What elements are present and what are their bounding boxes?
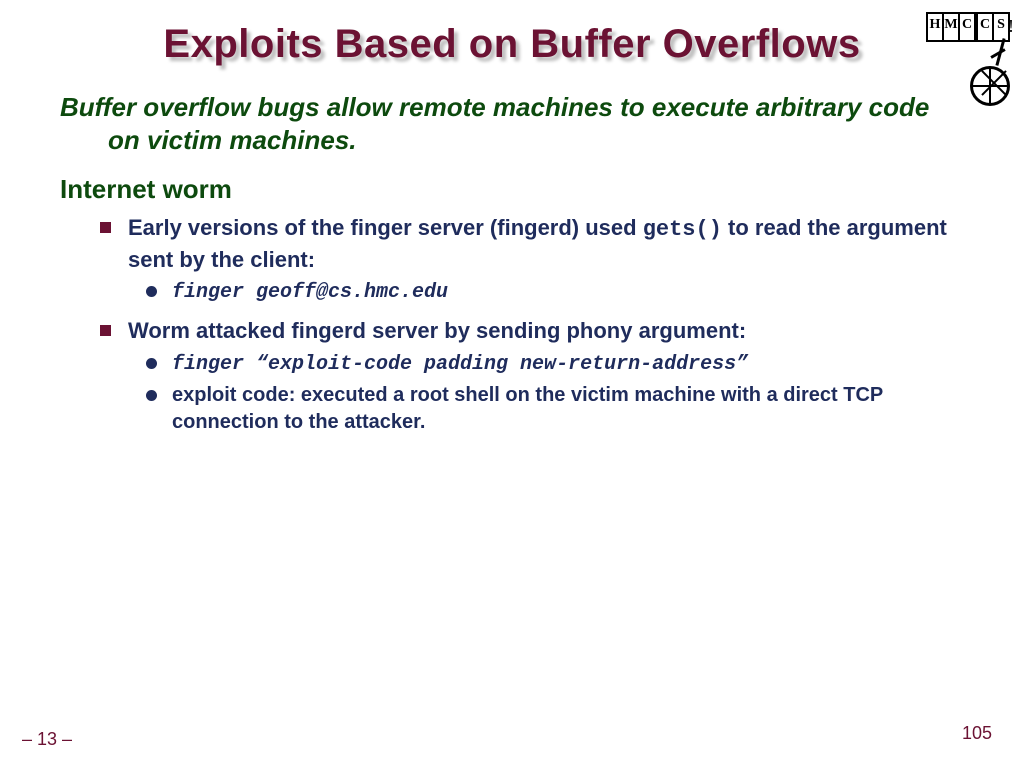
- bullet-item: Early versions of the finger server (fin…: [100, 213, 964, 306]
- code-line: finger geoff@cs.hmc.edu: [172, 281, 448, 304]
- inline-code: gets(): [643, 217, 722, 242]
- sub-bullet-text: exploit code: executed a root shell on t…: [172, 384, 883, 433]
- logo-exclaim: !: [1008, 16, 1014, 37]
- hmc-cs-logo: H M C C S !: [924, 8, 1016, 106]
- sub-bullet-item: exploit code: executed a root shell on t…: [146, 382, 964, 436]
- sub-bullet-item: finger “exploit-code padding new-return-…: [146, 350, 964, 378]
- intro-text: Buffer overflow bugs allow remote machin…: [108, 91, 964, 156]
- page-number-right: 105: [962, 723, 992, 744]
- slide-title: Exploits Based on Buffer Overflows: [60, 22, 964, 67]
- logo-wheel-spokes: [976, 66, 1010, 100]
- bullet-text: Early versions of the finger server (fin…: [128, 215, 643, 240]
- section-heading: Internet worm: [60, 174, 964, 205]
- bullet-list: Early versions of the finger server (fin…: [60, 213, 964, 436]
- bullet-text: Worm attacked fingerd server by sending …: [128, 318, 746, 343]
- sub-bullet-item: finger geoff@cs.hmc.edu: [146, 278, 964, 306]
- logo-letter: H: [928, 14, 944, 40]
- logo-letter: C: [960, 14, 976, 40]
- slide: H M C C S ! Exploits Based on Buffer Ove…: [0, 0, 1024, 768]
- logo-letter: C: [976, 14, 994, 40]
- logo-letter: M: [944, 14, 960, 40]
- code-line: finger “exploit-code padding new-return-…: [172, 353, 748, 376]
- sub-bullet-list: finger “exploit-code padding new-return-…: [128, 350, 964, 436]
- sub-bullet-list: finger geoff@cs.hmc.edu: [128, 278, 964, 306]
- page-number-left: – 13 –: [22, 729, 72, 750]
- logo-letter: S: [994, 14, 1008, 40]
- bullet-item: Worm attacked fingerd server by sending …: [100, 316, 964, 436]
- logo-letterbox: H M C C S: [926, 12, 1010, 42]
